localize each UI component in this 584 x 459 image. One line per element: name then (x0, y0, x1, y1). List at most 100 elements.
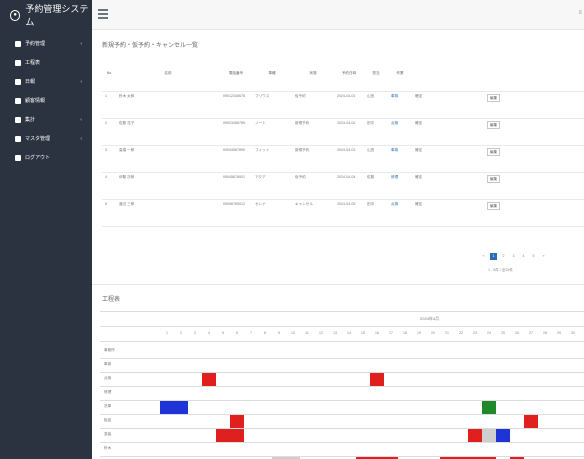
cell-date: 2024-04-05 (334, 199, 364, 227)
schedule-block[interactable] (370, 373, 384, 386)
sidebar-item-label: 日報 (25, 79, 36, 85)
page-next[interactable]: » (540, 253, 547, 260)
cell-name: 渡辺 三郎 (116, 199, 220, 227)
user-menu[interactable]: ≡ (578, 10, 582, 16)
page-prev[interactable]: « (480, 253, 487, 260)
table-row[interactable]: 2 佐藤 花子 09023456789 ノート 新規予約 2024-04-02 … (102, 118, 584, 146)
pagination-info: 1 - 5件 / 全25件 (488, 268, 513, 272)
calendar-row-label: 洗車 (104, 404, 112, 408)
brand-title: 予約管理システム (25, 4, 89, 27)
cell-work: 車検 (388, 145, 412, 173)
calendar-day-header: 26 (515, 331, 519, 335)
calendar-row-line (100, 442, 584, 443)
sidebar-item-master[interactable]: マスタ管理 ‹ (0, 129, 92, 148)
calendar-row-label: 鈴木 (104, 446, 112, 450)
cell-phone: 09056789012 (220, 199, 252, 227)
edit-button[interactable]: 編集 (487, 120, 501, 130)
cell-name: 高橋 一郎 (116, 145, 220, 173)
calendar-day-header: 29 (557, 331, 561, 335)
schedule-block[interactable] (524, 415, 538, 428)
cell-staff: 山田 (364, 145, 388, 173)
calendar-day-header: 22 (459, 331, 463, 335)
calendar-row-label: 車検 (104, 362, 112, 366)
calendar-day-header: 11 (305, 331, 309, 335)
menu-toggle-icon[interactable] (98, 9, 108, 19)
sidebar-item-reservation[interactable]: 予約管理 ‹ (0, 34, 92, 53)
schedule-block[interactable] (482, 401, 496, 414)
calendar-day-header: 8 (264, 331, 266, 335)
schedule-block[interactable] (468, 429, 482, 442)
table-row[interactable]: 3 高橋 一郎 09034567890 フィット 新規予約 2024-04-03… (102, 145, 584, 173)
col-header: 作業 (388, 56, 412, 92)
page-1[interactable]: 1 (490, 253, 497, 260)
brand[interactable]: ● 予約管理システム (0, 0, 92, 30)
schedule-block[interactable] (482, 429, 496, 442)
col-header: 予約日時 (334, 56, 364, 92)
reservation-table: No 名前 電話番号 車種 状態 予約日時 担当 作業 1 鈴木 太郎 0901… (102, 56, 584, 227)
edit-button[interactable]: 編集 (487, 201, 501, 211)
cell-work: 点検 (388, 118, 412, 146)
calendar-day-header: 10 (291, 331, 295, 335)
cell-phone: 09023456789 (220, 118, 252, 146)
cell-staff: 田中 (364, 118, 388, 146)
sidebar-item-label: マスタ管理 (25, 136, 51, 142)
cell-car: アクア (252, 172, 292, 200)
col-header: No (102, 56, 116, 92)
edit-button[interactable]: 編集 (487, 174, 501, 184)
page-4[interactable]: 4 (520, 253, 527, 260)
pagination: « 1 2 3 4 5 » (480, 253, 547, 260)
schedule-block[interactable] (216, 429, 244, 442)
calendar-day-header: 30 (571, 331, 575, 335)
schedule-block[interactable] (202, 373, 216, 386)
sidebar-item-label: ログアウト (25, 155, 51, 161)
chevron-icon: ‹ (80, 116, 82, 123)
sidebar-item-customers[interactable]: 顧客情報 (0, 91, 92, 110)
logout-icon (15, 154, 21, 161)
cell-car: フィット (252, 145, 292, 173)
cell-status: 仮予約 (292, 172, 334, 200)
chevron-icon: ‹ (80, 78, 82, 85)
schedule-block[interactable] (160, 401, 188, 414)
cell-status: キャンセル (292, 199, 334, 227)
calendar-day-header: 21 (445, 331, 449, 335)
calendar-row-line (100, 358, 584, 359)
col-header: 名前 (116, 56, 220, 92)
edit-button[interactable]: 編集 (487, 147, 501, 157)
page-2[interactable]: 2 (500, 253, 507, 260)
table-row[interactable]: 4 伊藤 次郎 09045678901 アクア 仮予約 2024-04-04 佐… (102, 172, 584, 200)
cell-no: 4 (102, 172, 116, 200)
table-row[interactable]: 5 渡辺 三郎 09056789012 セレナ キャンセル 2024-04-05… (102, 199, 584, 227)
edit-button[interactable]: 編集 (487, 93, 501, 103)
sidebar-item-logout[interactable]: ログアウト (0, 148, 92, 167)
report-icon (15, 78, 21, 85)
schedule-block[interactable] (496, 429, 510, 442)
cell-phone: 09034567890 (220, 145, 252, 173)
calendar-day-header: 18 (403, 331, 407, 335)
calendar-day-header: 19 (417, 331, 421, 335)
cell-no: 1 (102, 91, 116, 119)
calendar-day-header: 12 (319, 331, 323, 335)
page-3[interactable]: 3 (510, 253, 517, 260)
cell-name: 鈴木 太郎 (116, 91, 220, 119)
cell-work: 点検 (388, 199, 412, 227)
cell-staff: 田中 (364, 199, 388, 227)
sidebar-item-summary[interactable]: 集計 ‹ (0, 110, 92, 129)
cell-name: 佐藤 花子 (116, 118, 220, 146)
calendar-row-line (100, 414, 584, 415)
chart-icon (15, 116, 21, 123)
list-icon (15, 59, 21, 66)
cell-confirm: 確定 (412, 91, 484, 119)
cell-staff: 山田 (364, 91, 388, 119)
cell-car: プリウス (252, 91, 292, 119)
page-5[interactable]: 5 (530, 253, 537, 260)
calendar-day-header: 5 (222, 331, 224, 335)
calendar-day-header: 7 (250, 331, 252, 335)
schedule-block[interactable] (230, 415, 244, 428)
calendar-icon (15, 40, 21, 47)
table-row[interactable]: 1 鈴木 太郎 09012345678 プリウス 仮予約 2024-04-01 … (102, 91, 584, 119)
calendar-day-header: 23 (473, 331, 477, 335)
sidebar-item-schedule[interactable]: 工程表 (0, 53, 92, 72)
calendar-day-header: 25 (501, 331, 505, 335)
sidebar-item-daily-report[interactable]: 日報 ‹ (0, 72, 92, 91)
cell-status: 仮予約 (292, 91, 334, 119)
